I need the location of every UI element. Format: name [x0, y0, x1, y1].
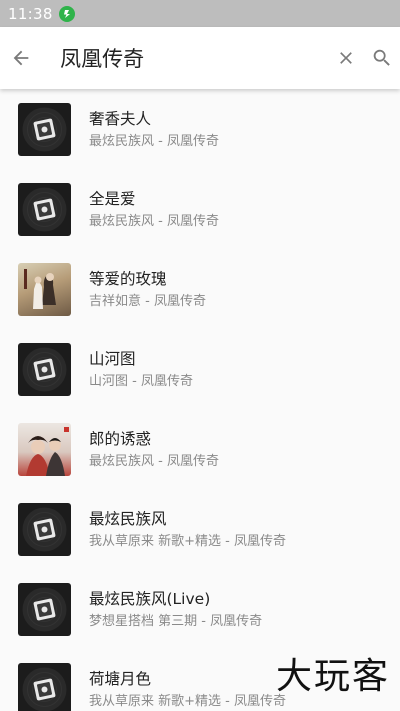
song-text-group: 最炫民族风我从草原来 新歌+精选 - 凤凰传奇: [89, 509, 286, 550]
list-item[interactable]: 等爱的玫瑰吉祥如意 - 凤凰传奇: [0, 249, 400, 329]
album-art-thumbnail: [18, 102, 71, 156]
search-app-bar: [0, 27, 400, 89]
search-icon: [373, 49, 390, 66]
search-input[interactable]: [42, 27, 329, 89]
album-art-thumbnail: [18, 182, 71, 236]
album-art-thumbnail: [18, 582, 71, 636]
list-item[interactable]: 山河图山河图 - 凤凰传奇: [0, 329, 400, 409]
song-album-artist: 梦想星搭档 第三期 - 凤凰传奇: [89, 613, 263, 629]
song-title: 奢香夫人: [89, 109, 152, 128]
song-title: 最炫民族风(Live): [89, 589, 211, 608]
song-title: 等爱的玫瑰: [89, 269, 167, 288]
song-title: 荷塘月色: [89, 669, 152, 688]
album-art-thumbnail: [18, 502, 71, 556]
song-text-group: 等爱的玫瑰吉祥如意 - 凤凰传奇: [89, 269, 206, 310]
clear-button[interactable]: [328, 27, 363, 89]
song-title: 全是爱: [89, 189, 136, 208]
search-button[interactable]: [363, 27, 400, 89]
song-album-artist: 我从草原来 新歌+精选 - 凤凰传奇: [89, 693, 286, 709]
song-album-artist: 山河图 - 凤凰传奇: [89, 373, 193, 389]
list-item[interactable]: 最炫民族风(Live) 梦想星搭档 第三期 - 凤凰传奇: [0, 569, 400, 649]
album-art-thumbnail: [18, 422, 71, 476]
music-record-icon: [22, 347, 67, 391]
song-album-artist: 最炫民族风 - 凤凰传奇: [89, 453, 219, 469]
music-record-icon: [22, 107, 67, 151]
album-art-thumbnail: [18, 662, 71, 711]
status-bar: 11:38: [0, 0, 400, 27]
music-record-icon: [22, 507, 67, 551]
album-art-thumbnail: [18, 262, 71, 316]
song-text-group: 山河图山河图 - 凤凰传奇: [89, 349, 193, 390]
song-text-group: 奢香夫人最炫民族风 - 凤凰传奇: [89, 109, 219, 150]
song-album-artist: 我从草原来 新歌+精选 - 凤凰传奇: [89, 533, 286, 549]
song-title: 郎的诱惑: [89, 429, 152, 448]
song-album-artist: 吉祥如意 - 凤凰传奇: [89, 293, 206, 309]
music-record-icon: [22, 667, 67, 711]
list-item[interactable]: 郎的诱惑最炫民族风 - 凤凰传奇: [0, 409, 400, 489]
back-button[interactable]: [0, 27, 42, 89]
music-record-icon: [22, 587, 67, 631]
song-text-group: 郎的诱惑最炫民族风 - 凤凰传奇: [89, 429, 219, 470]
song-title: 最炫民族风: [89, 509, 167, 528]
list-item[interactable]: 最炫民族风我从草原来 新歌+精选 - 凤凰传奇: [0, 489, 400, 569]
green-circle-app-icon: [58, 5, 75, 22]
album-cover-image: [24, 268, 56, 309]
song-album-artist: 最炫民族风 - 凤凰传奇: [89, 213, 219, 229]
watermark: 大玩客: [275, 656, 390, 697]
song-text-group: 荷塘月色我从草原来 新歌+精选 - 凤凰传奇: [89, 669, 286, 710]
close-icon: [339, 52, 352, 64]
song-text-group: 全是爱最炫民族风 - 凤凰传奇: [89, 189, 219, 230]
status-time: 11:38: [8, 4, 53, 23]
song-text-group: 最炫民族风(Live) 梦想星搭档 第三期 - 凤凰传奇: [89, 589, 262, 630]
song-album-artist: 最炫民族风 - 凤凰传奇: [89, 133, 219, 149]
list-item[interactable]: 奢香夫人最炫民族风 - 凤凰传奇: [0, 89, 400, 169]
music-record-icon: [22, 187, 67, 231]
arrow-left-icon: [13, 50, 29, 66]
list-item[interactable]: 全是爱最炫民族风 - 凤凰传奇: [0, 169, 400, 249]
album-cover-image: [26, 426, 69, 476]
album-art-thumbnail: [18, 342, 71, 396]
song-title: 山河图: [89, 349, 136, 368]
result-list: 奢香夫人 最炫民族风 - 凤凰传奇 全是爱 最炫民族风 - 凤凰传奇 等爱的玫瑰 吉祥如意…: [0, 89, 400, 711]
